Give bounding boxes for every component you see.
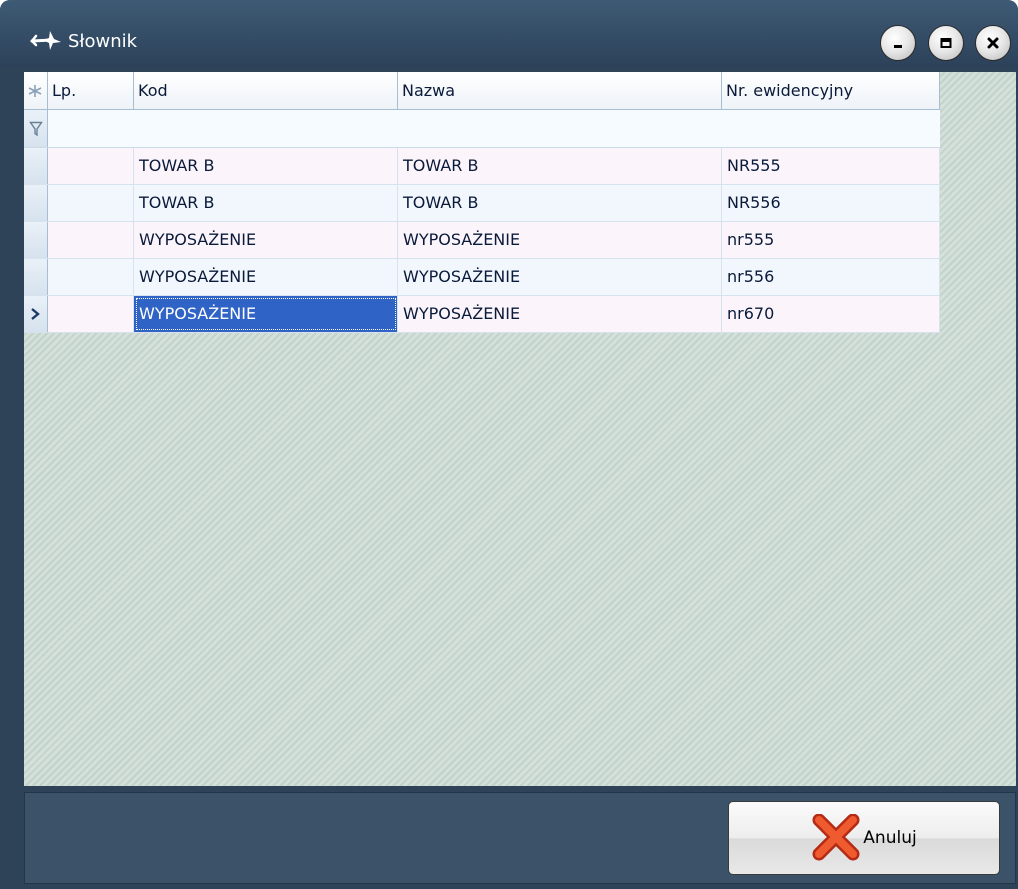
title-bar[interactable]: Słownik xyxy=(0,0,1018,66)
table-row[interactable]: TOWAR B TOWAR B NR555 xyxy=(24,148,940,185)
cancel-button[interactable]: Anuluj xyxy=(728,801,1000,875)
cell-kod-selected[interactable]: WYPOSAŻENIE xyxy=(134,296,398,332)
table-row[interactable]: WYPOSAŻENIE WYPOSAŻENIE nr556 xyxy=(24,259,940,296)
filter-row[interactable] xyxy=(24,110,940,148)
cell-lp[interactable] xyxy=(48,259,134,295)
column-header-kod[interactable]: Kod xyxy=(134,72,398,110)
minimize-icon xyxy=(894,45,902,48)
cell-nr-ewidencyjny[interactable]: NR555 xyxy=(722,148,940,184)
cancel-x-icon xyxy=(812,814,860,861)
cell-nazwa[interactable]: WYPOSAŻENIE xyxy=(398,222,722,258)
maximize-icon xyxy=(940,38,952,48)
cell-lp[interactable] xyxy=(48,185,134,221)
cell-kod[interactable]: WYPOSAŻENIE xyxy=(134,259,398,295)
filter-icon xyxy=(29,121,43,137)
cell-nazwa[interactable]: WYPOSAŻENIE xyxy=(398,259,722,295)
row-header[interactable] xyxy=(24,185,48,221)
row-header[interactable] xyxy=(24,148,48,184)
table-row[interactable]: WYPOSAŻENIE WYPOSAŻENIE nr555 xyxy=(24,222,940,259)
asterisk-icon xyxy=(28,85,42,97)
row-header[interactable] xyxy=(24,222,48,258)
column-header-lp[interactable]: Lp. xyxy=(48,72,134,110)
row-header[interactable] xyxy=(24,259,48,295)
table-row-current[interactable]: WYPOSAŻENIE WYPOSAŻENIE nr670 xyxy=(24,296,940,333)
row-header[interactable] xyxy=(24,296,48,332)
window-title: Słownik xyxy=(68,31,138,52)
close-icon xyxy=(987,37,999,49)
cell-nazwa[interactable]: TOWAR B xyxy=(398,148,722,184)
cell-nr-ewidencyjny[interactable]: NR556 xyxy=(722,185,940,221)
cell-nr-ewidencyjny[interactable]: nr670 xyxy=(722,296,940,332)
filter-row-header xyxy=(24,110,48,147)
select-all-header[interactable] xyxy=(24,72,48,110)
close-button[interactable] xyxy=(975,25,1011,61)
cell-kod[interactable]: WYPOSAŻENIE xyxy=(134,222,398,258)
cell-kod[interactable]: TOWAR B xyxy=(134,148,398,184)
app-icon xyxy=(30,31,61,50)
current-row-arrow-icon xyxy=(31,308,40,320)
cell-nr-ewidencyjny[interactable]: nr556 xyxy=(722,259,940,295)
cancel-button-label: Anuluj xyxy=(863,828,917,848)
cell-kod[interactable]: TOWAR B xyxy=(134,185,398,221)
cell-lp[interactable] xyxy=(48,148,134,184)
minimize-button[interactable] xyxy=(880,25,916,61)
cell-nazwa[interactable]: TOWAR B xyxy=(398,185,722,221)
dictionary-window: Słownik Lp. Kod Nazwa Nr. ewidencyjny TO… xyxy=(0,0,1018,889)
cell-nr-ewidencyjny[interactable]: nr555 xyxy=(722,222,940,258)
cell-lp[interactable] xyxy=(48,222,134,258)
cell-lp[interactable] xyxy=(48,296,134,332)
table-row[interactable]: TOWAR B TOWAR B NR556 xyxy=(24,185,940,222)
maximize-button[interactable] xyxy=(928,25,964,61)
column-header-nr-ewidencyjny[interactable]: Nr. ewidencyjny xyxy=(722,72,940,110)
button-panel: Anuluj xyxy=(24,792,1016,884)
cell-nazwa[interactable]: WYPOSAŻENIE xyxy=(398,296,722,332)
column-header-nazwa[interactable]: Nazwa xyxy=(398,72,722,110)
data-grid[interactable]: Lp. Kod Nazwa Nr. ewidencyjny TOWAR B TO… xyxy=(24,72,1016,786)
